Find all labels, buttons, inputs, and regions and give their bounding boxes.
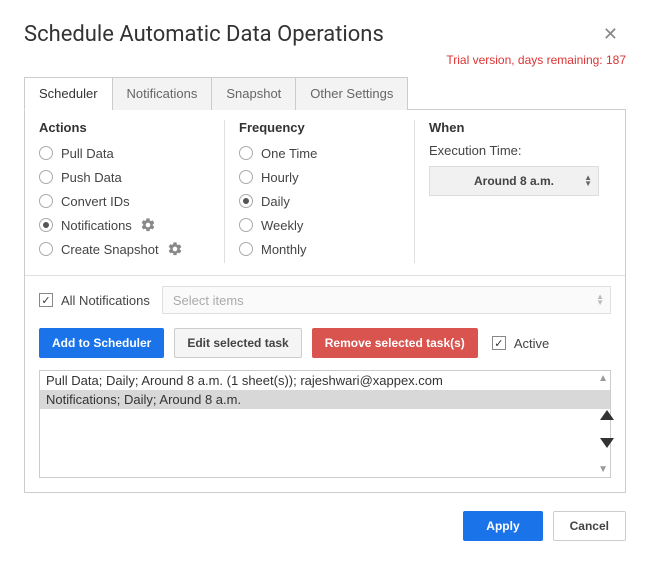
- reorder-arrows: [598, 408, 616, 450]
- radio-icon: [39, 146, 53, 160]
- radio-icon: [39, 218, 53, 232]
- all-notifications-label: All Notifications: [61, 293, 150, 308]
- execution-time-value: Around 8 a.m.: [474, 174, 554, 188]
- gear-icon[interactable]: [167, 241, 183, 257]
- radio-label: Push Data: [61, 170, 122, 185]
- radio-label: One Time: [261, 146, 317, 161]
- freq-daily[interactable]: Daily: [239, 191, 400, 211]
- when-section: When Execution Time: Around 8 a.m. ▲▼: [415, 120, 625, 263]
- apply-button[interactable]: Apply: [463, 511, 542, 541]
- select-placeholder: Select items: [173, 293, 244, 308]
- radio-icon: [39, 170, 53, 184]
- radio-icon: [239, 242, 253, 256]
- freq-weekly[interactable]: Weekly: [239, 215, 400, 235]
- action-pull-data[interactable]: Pull Data: [39, 143, 210, 163]
- radio-label: Monthly: [261, 242, 307, 257]
- move-up-button[interactable]: [598, 408, 616, 422]
- scroll-down-icon[interactable]: ▼: [598, 464, 608, 475]
- frequency-title: Frequency: [239, 120, 400, 135]
- actions-section: Actions Pull Data Push Data Convert IDs …: [25, 120, 225, 263]
- freq-hourly[interactable]: Hourly: [239, 167, 400, 187]
- remove-selected-tasks-button[interactable]: Remove selected task(s): [312, 328, 478, 358]
- radio-label: Create Snapshot: [61, 242, 159, 257]
- tab-bar: Scheduler Notifications Snapshot Other S…: [24, 77, 626, 110]
- tab-notifications[interactable]: Notifications: [112, 77, 212, 110]
- execution-time-select[interactable]: Around 8 a.m. ▲▼: [429, 166, 599, 196]
- radio-label: Daily: [261, 194, 290, 209]
- notifications-select[interactable]: Select items ▲▼: [162, 286, 611, 314]
- freq-monthly[interactable]: Monthly: [239, 239, 400, 259]
- active-label: Active: [514, 336, 549, 351]
- radio-label: Weekly: [261, 218, 303, 233]
- button-row: Add to Scheduler Edit selected task Remo…: [25, 324, 625, 370]
- radio-label: Pull Data: [61, 146, 114, 161]
- move-down-button[interactable]: [598, 436, 616, 450]
- tab-scheduler[interactable]: Scheduler: [24, 77, 112, 110]
- radio-label: Hourly: [261, 170, 299, 185]
- task-item[interactable]: Notifications; Daily; Around 8 a.m.: [40, 390, 610, 409]
- scroll-up-icon[interactable]: ▲: [598, 373, 608, 384]
- stepper-icon: ▲▼: [584, 175, 592, 187]
- radio-icon: [39, 242, 53, 256]
- scheduler-panel: Actions Pull Data Push Data Convert IDs …: [24, 110, 626, 493]
- task-list[interactable]: Pull Data; Daily; Around 8 a.m. (1 sheet…: [39, 370, 611, 478]
- freq-one-time[interactable]: One Time: [239, 143, 400, 163]
- when-title: When: [429, 120, 611, 135]
- dialog-footer: Apply Cancel: [0, 493, 650, 559]
- edit-selected-task-button[interactable]: Edit selected task: [174, 328, 301, 358]
- active-toggle[interactable]: ✓ Active: [492, 336, 549, 351]
- close-icon[interactable]: ✕: [595, 20, 626, 49]
- dialog-title: Schedule Automatic Data Operations: [24, 22, 384, 47]
- tab-other-settings[interactable]: Other Settings: [295, 77, 408, 110]
- radio-label: Notifications: [61, 218, 132, 233]
- execution-time-label: Execution Time:: [429, 143, 611, 158]
- dialog-header: Schedule Automatic Data Operations ✕: [24, 20, 626, 49]
- radio-icon: [239, 218, 253, 232]
- notifications-filter-row: ✓ All Notifications Select items ▲▼: [25, 276, 625, 324]
- config-sections: Actions Pull Data Push Data Convert IDs …: [25, 110, 625, 275]
- action-create-snapshot[interactable]: Create Snapshot: [39, 239, 210, 259]
- frequency-section: Frequency One Time Hourly Daily Weekly: [225, 120, 415, 263]
- active-checkbox[interactable]: ✓: [492, 336, 506, 350]
- all-notifications-checkbox[interactable]: ✓: [39, 293, 53, 307]
- action-notifications[interactable]: Notifications: [39, 215, 210, 235]
- dialog: Schedule Automatic Data Operations ✕ Tri…: [0, 0, 650, 493]
- actions-title: Actions: [39, 120, 210, 135]
- add-to-scheduler-button[interactable]: Add to Scheduler: [39, 328, 164, 358]
- tab-snapshot[interactable]: Snapshot: [211, 77, 295, 110]
- stepper-icon: ▲▼: [596, 294, 604, 306]
- radio-icon: [239, 170, 253, 184]
- cancel-button[interactable]: Cancel: [553, 511, 626, 541]
- radio-icon: [239, 146, 253, 160]
- radio-icon: [239, 194, 253, 208]
- action-push-data[interactable]: Push Data: [39, 167, 210, 187]
- radio-label: Convert IDs: [61, 194, 130, 209]
- action-convert-ids[interactable]: Convert IDs: [39, 191, 210, 211]
- task-item[interactable]: Pull Data; Daily; Around 8 a.m. (1 sheet…: [40, 371, 610, 390]
- radio-icon: [39, 194, 53, 208]
- gear-icon[interactable]: [140, 217, 156, 233]
- trial-notice: Trial version, days remaining: 187: [24, 53, 626, 67]
